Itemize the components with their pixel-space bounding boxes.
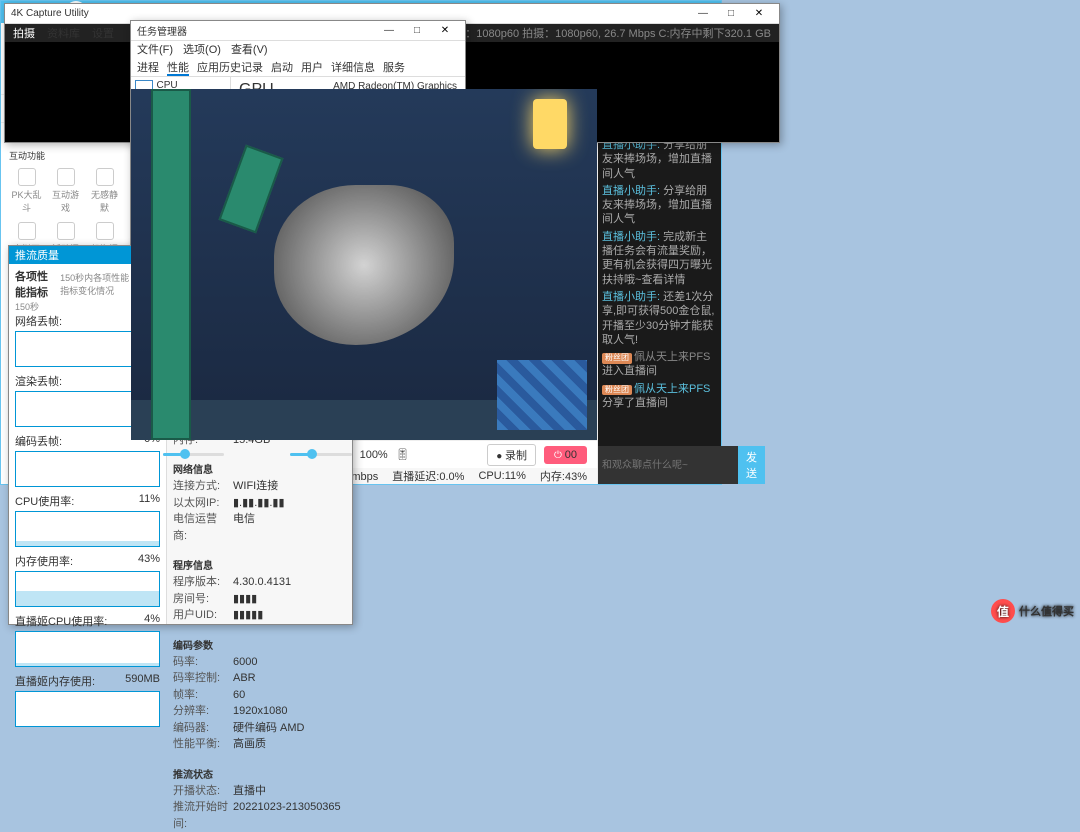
tab-details[interactable]: 详细信息 [331,59,375,76]
chat-message: 直播小助手: 完成新主播任务会有流量奖励，更有机会获得四万曝光扶持哦~查看详情 [602,230,717,287]
send-button[interactable]: 发送 [738,446,765,484]
menu-options[interactable]: 选项(O) [183,41,221,59]
chat-panel: 直播互动⚙ ⤢ ✕ 直播小助手: 分享给朋友来捧场场，增加直播间人气直播小助手:… [598,112,721,446]
maximize-button[interactable]: □ [717,5,745,23]
metric-内存使用率:: 内存使用率:43% [15,553,160,607]
tab-users[interactable]: 用户 [301,59,323,76]
menu-view[interactable]: 查看(V) [231,41,268,59]
output-volume-slider[interactable] [163,453,225,456]
tab-services[interactable]: 服务 [383,59,405,76]
metric-直播姬内存使用:: 直播姬内存使用:590MB [15,673,160,727]
mixer-icon[interactable]: 🎚 [396,448,410,461]
menu-file[interactable]: 文件(F) [137,41,173,59]
tab-startup[interactable]: 启动 [271,59,293,76]
close-button[interactable]: ✕ [745,5,773,23]
start-stream-button[interactable]: ⏻ 00 [544,446,587,464]
minimize-button[interactable]: — [375,22,403,40]
chat-message: 粉丝团佩从天上来PFS 分享了直播间 [602,382,717,411]
tab-processes[interactable]: 进程 [137,59,159,76]
capture-status: 来源：1080p60 拍摄：1080p60, 26.7 Mbps C:内存中剩下… [443,25,771,41]
close-button[interactable]: ✕ [431,22,459,40]
metric-直播姬CPU使用率:: 直播姬CPU使用率:4% [15,613,160,667]
tm-titlebar[interactable]: 任务管理器 — □ ✕ [131,21,465,41]
tm-title: 任务管理器 [137,23,375,38]
tool-互动游戏[interactable]: 互动游戏 [48,166,83,216]
watermark-icon: 值 [991,599,1015,623]
tab-apphistory[interactable]: 应用历史记录 [197,59,263,76]
chat-input[interactable] [598,446,738,484]
record-button[interactable]: ● 录制 [487,444,536,466]
watermark: 值 什么值得买 [991,599,1074,623]
chat-message: 直播小助手: 分享给朋友来捧场场，增加直播间人气 [602,184,717,227]
tab-settings[interactable]: 设置 [92,25,114,41]
tool-PK大乱斗[interactable]: PK大乱斗 [9,166,44,216]
metric-编码丢帧:: 编码丢帧:0% [15,433,160,487]
cpu-stat: CPU:11% [478,470,525,482]
metric-CPU使用率:: CPU使用率:11% [15,493,160,547]
perf-title: 推流质量 [15,247,59,263]
tool-无感静默[interactable]: 无感静默 [87,166,122,216]
tab-library[interactable]: 资料库 [47,25,80,41]
maximize-button[interactable]: □ [403,22,431,40]
chat-message: 粉丝团佩从天上来PFS 进入直播间 [602,350,717,379]
tab-performance[interactable]: 性能 [167,59,189,76]
tab-capture[interactable]: 拍摄 [13,25,35,41]
latency-stat: 直播延迟:0.0% [392,468,464,484]
tm-menubar: 文件(F) 选项(O) 查看(V) [131,41,465,59]
minimize-button[interactable]: — [689,5,717,23]
chat-message: 直播小助手: 分享给朋友来捧场场，增加直播间人气 [602,138,717,181]
mic-volume-slider[interactable] [290,453,352,456]
chat-message: 直播小助手: 还差1次分享,即可获得500金仓鼠,开播至少30分钟才能获取人气! [602,290,717,347]
tm-tabs: 进程 性能 应用历史记录 启动 用户 详细信息 服务 [131,59,465,77]
mem-stat: 内存:43% [540,468,587,484]
capture-title: 4K Capture Utility [11,8,689,19]
preview-viewport[interactable] [131,89,597,440]
bili-center-panel: 帧片马力欧：折纸国王 ⇄ 切换 🎮 主机游戏 ✎ ⊕选择直播 1人观看 [131,23,597,484]
